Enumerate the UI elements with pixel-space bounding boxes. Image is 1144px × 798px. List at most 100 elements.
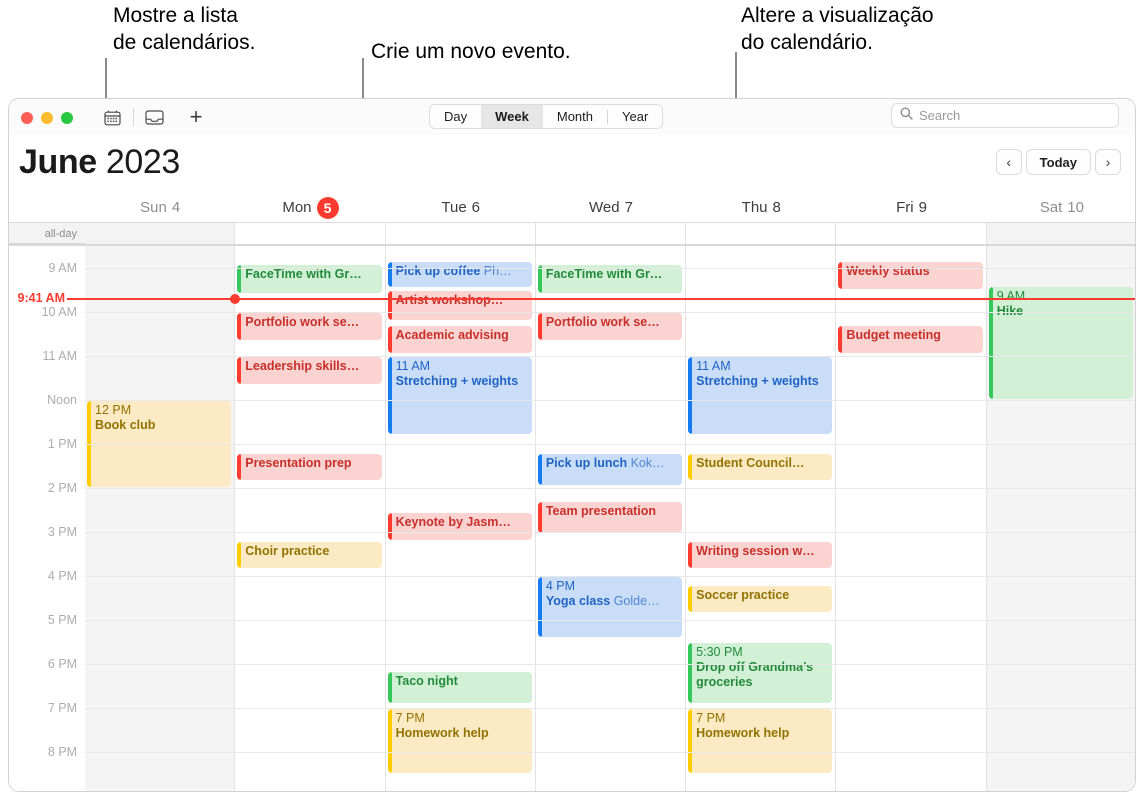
view-tab-day[interactable]: Day [430,105,481,128]
title-month: June [19,143,97,181]
week-grid[interactable]: 12 PM Book club FaceTime with Gr… Portfolio… [9,246,1135,791]
day-header-name: Tue [441,199,467,216]
current-time-tick [67,298,87,301]
event-color-bar [387,326,392,353]
previous-week-button[interactable]: ‹ [995,149,1022,175]
event-title: Student Council… [696,455,805,470]
calendar-event[interactable]: Academic advising [387,326,532,353]
all-day-cell[interactable] [535,223,687,244]
view-tab-year[interactable]: Year [608,105,662,128]
calendar-event[interactable]: Presentation prep [237,453,382,481]
day-header-sat[interactable]: Sat 10 [987,193,1135,222]
view-tab-month[interactable]: Month [543,105,607,128]
event-location: Kok… [627,455,665,470]
calendar-event[interactable]: Artist workshop… [387,291,532,320]
calendar-event[interactable]: Student Council… [688,453,833,481]
inbox-icon[interactable] [143,108,165,127]
day-header-sun[interactable]: Sun 4 [85,193,235,222]
event-time: 4 PM [545,579,576,593]
calendar-event[interactable]: Weekly status [838,262,983,289]
all-day-cell[interactable] [235,223,386,244]
event-location: Golde… [610,594,660,608]
callout-calendar-list: Mostre a lista de calendários. [113,4,256,54]
hour-gridline [85,488,1135,489]
day-header-date: 9 [918,199,927,216]
day-header-fri[interactable]: Fri 9 [836,193,986,222]
calendar-event[interactable]: Choir practice [237,541,382,569]
time-label: 2 PM [47,481,77,495]
calendar-event[interactable]: Leadership skills… [237,357,382,384]
all-day-cell[interactable] [836,223,987,244]
event-title: Pick up coffee [395,264,481,279]
event-title: Hike [996,303,1024,318]
search-input[interactable] [919,108,1110,123]
calendar-icon[interactable] [101,108,123,127]
calendar-event[interactable]: 11 AM Stretching + weights [688,357,833,435]
day-header-name: Thu [741,199,768,216]
day-header-wed[interactable]: Wed 7 [536,193,686,222]
calendar-event[interactable]: Team presentation [537,502,683,534]
event-time: 7 PM [696,711,726,725]
event-location: Ph… [480,264,512,279]
calendar-event[interactable]: Budget meeting [838,326,983,353]
all-day-cell[interactable] [686,223,837,244]
maximize-button[interactable] [61,112,73,124]
next-week-button[interactable]: › [1095,149,1121,175]
all-day-cell[interactable] [85,223,236,244]
minimize-button[interactable] [41,112,53,124]
hour-gridline [85,576,1135,577]
add-event-button[interactable]: + [183,105,209,129]
time-label: Noon [47,393,77,407]
event-color-bar [688,541,693,569]
event-color-bar [387,671,392,703]
event-title: Soccer practice [696,587,790,602]
event-title: Stretching + weights [395,374,519,388]
calendar-event[interactable]: 4 PM Yoga class Golde… [537,577,683,637]
all-day-cell[interactable] [986,223,1135,244]
day-column-sun[interactable] [85,246,236,791]
calendar-event[interactable]: Keynote by Jasm… [387,513,532,540]
day-header-mon[interactable]: Mon 5 [235,193,385,222]
event-title: Portfolio work se… [245,315,360,329]
view-segmented-control: Day Week Month Year [429,104,664,129]
day-header-tue[interactable]: Tue 6 [386,193,536,222]
event-color-bar [387,357,392,435]
close-button[interactable] [21,112,33,124]
day-header-date: 8 [772,199,781,216]
event-title: Choir practice [245,543,330,558]
calendar-title-row: June 2023 ‹ Today › [9,135,1135,193]
calendar-event[interactable]: 7 PM Homework help [688,709,833,773]
hour-gridline [85,444,1135,445]
view-tab-week[interactable]: Week [481,105,543,128]
callout-new-event: Crie um novo evento. [371,40,571,63]
time-label: 4 PM [47,569,77,583]
calendar-event[interactable]: 11 AM Stretching + weights [387,357,532,435]
calendar-event[interactable]: Portfolio work se… [537,313,683,340]
event-time: 5:30 PM [696,645,743,659]
calendar-event[interactable]: 9 AM Hike [988,286,1133,399]
event-title: Presentation prep [245,455,352,470]
event-color-bar [537,313,542,340]
event-title: Pick up lunch [545,455,628,470]
event-color-bar [838,326,843,353]
calendar-event[interactable]: Pick up coffee Ph… [387,262,532,287]
day-header-thu[interactable]: Thu 8 [686,193,836,222]
calendar-event[interactable]: 7 PM Homework help [387,709,532,773]
search-field[interactable] [891,103,1119,128]
time-label: 7 PM [47,701,77,715]
today-button[interactable]: Today [1025,149,1091,175]
calendar-event[interactable]: Portfolio work se… [237,313,382,340]
leader-line-calendar-list-vertical [105,58,107,100]
time-label: 3 PM [47,525,77,539]
event-color-bar [688,585,693,613]
calendar-event[interactable]: Pick up lunch Kok… [537,453,683,485]
calendar-event[interactable]: Writing session w… [688,541,833,569]
calendar-event[interactable]: Taco night [387,671,532,703]
event-time: 12 PM [95,403,132,417]
event-color-bar [387,709,392,773]
calendar-event[interactable]: 5:30 PM Drop off Grandma’s groceries [688,643,833,703]
day-header-name: Fri [896,199,914,216]
calendar-event[interactable]: Soccer practice [688,585,833,613]
event-color-bar [838,262,843,289]
all-day-cell[interactable] [385,223,536,244]
